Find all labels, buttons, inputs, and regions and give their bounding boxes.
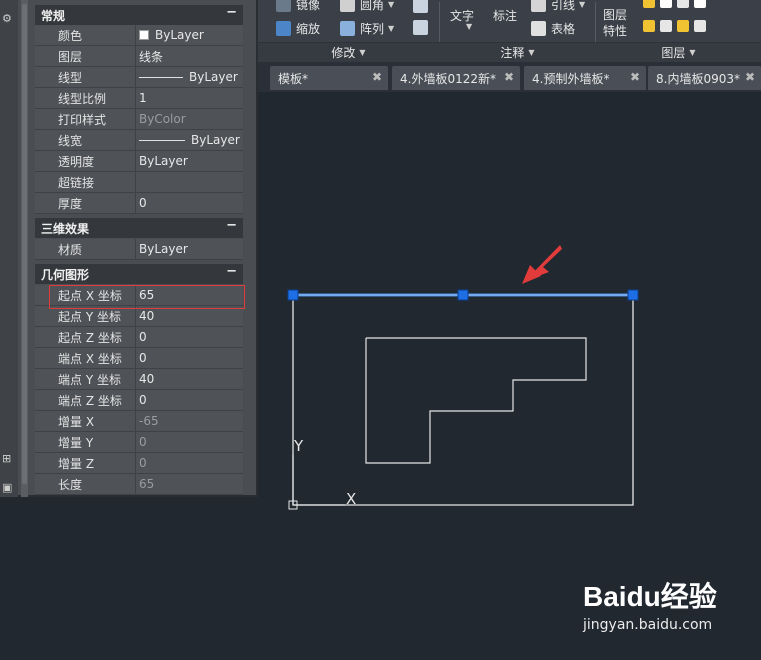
rect-outline[interactable] <box>292 295 634 506</box>
chevron-down-icon: ▼ <box>689 47 696 57</box>
collapse-icon[interactable]: − <box>226 218 237 233</box>
stepped-shape[interactable] <box>365 337 587 464</box>
fillet-icon <box>340 0 355 12</box>
prop-row-length[interactable]: 长度 65 <box>35 474 243 495</box>
modify-extra-tool-2[interactable] <box>413 20 433 35</box>
prop-row-delta-z[interactable]: 增量 Z 0 <box>35 453 243 474</box>
close-icon[interactable]: ✖ <box>745 70 755 84</box>
prop-row-linetype[interactable]: 线型 ByLayer <box>35 67 243 88</box>
text-dropdown[interactable]: ▼ <box>462 22 472 31</box>
leader-tool[interactable]: 引线 ▼ <box>531 0 585 13</box>
prop-row-delta-y[interactable]: 增量 Y 0 <box>35 432 243 453</box>
chevron-down-icon[interactable]: ▼ <box>388 0 394 9</box>
fillet-tool[interactable]: 圆角 ▼ <box>340 0 394 13</box>
table-icon <box>531 21 546 36</box>
ucs-x-label: X <box>346 490 356 508</box>
section-geometry[interactable]: 几何图形 − <box>35 264 243 284</box>
chevron-down-icon[interactable]: ▼ <box>466 22 472 31</box>
close-icon[interactable]: ✖ <box>372 70 382 84</box>
collapse-icon[interactable]: − <box>226 5 237 20</box>
group-label-layers[interactable]: 图层 ▼ <box>596 43 761 61</box>
ucs-y-label: Y <box>293 437 304 455</box>
prop-row-color[interactable]: 颜色 ByLayer <box>35 25 243 46</box>
collapse-icon[interactable]: − <box>226 264 237 279</box>
prop-row-lineweight[interactable]: 线宽 ByLayer <box>35 130 243 151</box>
tab-interior-wall[interactable]: 8.内墙板0903* ✖ <box>648 66 761 90</box>
mirror-icon <box>276 0 291 12</box>
scale-icon <box>276 21 291 36</box>
autocad-window: Y X 镜像 圆角 ▼ 缩放 阵列 ▼ 文字 ▼ 标注 引线 ▼ 表格 图层 特… <box>0 0 761 660</box>
layer-lock-icon <box>694 0 706 8</box>
lineweight-sample-icon <box>139 139 185 141</box>
palette-menu-icon[interactable]: ▣ <box>2 481 12 494</box>
watermark-brand: Baidu经验 <box>583 581 717 612</box>
prop-row-material[interactable]: 材质 ByLayer <box>35 239 243 260</box>
group-label-modify[interactable]: 修改 ▼ <box>258 43 439 61</box>
layer-unlock-icon <box>694 20 706 32</box>
stretch-icon <box>413 20 428 35</box>
layer-unisolate-icon <box>677 20 689 32</box>
prop-row-linetype-scale[interactable]: 线型比例 1 <box>35 88 243 109</box>
dimension-tool[interactable]: 标注 <box>493 7 517 24</box>
section-3d-effects[interactable]: 三维效果 − <box>35 218 243 238</box>
properties-icon[interactable]: ⊞ <box>2 452 11 465</box>
grip-mid[interactable] <box>457 289 469 301</box>
layer-tools-grid[interactable] <box>643 0 711 8</box>
scrollbar-thumb[interactable] <box>22 4 27 484</box>
grip-start[interactable] <box>287 289 299 301</box>
layer-match-icon <box>643 20 655 32</box>
prop-row-end-z[interactable]: 端点 Z 坐标 0 <box>35 390 243 411</box>
prop-row-delta-x[interactable]: 增量 X -65 <box>35 411 243 432</box>
grip-end[interactable] <box>627 289 639 301</box>
settings-icon[interactable]: ⚙ <box>2 12 12 25</box>
prop-row-thickness[interactable]: 厚度 0 <box>35 193 243 214</box>
tab-exterior-wall-new[interactable]: 4.外墙板0122新* ✖ <box>392 66 520 90</box>
section-general[interactable]: 常规 − <box>35 5 243 25</box>
palette-title-strip[interactable]: ⚙ ⊞ ▣ <box>0 0 18 497</box>
table-tool[interactable]: 表格 <box>531 20 575 37</box>
chevron-down-icon: ▼ <box>528 47 535 57</box>
scale-tool[interactable]: 缩放 <box>276 20 320 37</box>
group-label-annotation[interactable]: 注释 ▼ <box>440 43 595 61</box>
file-tabs: 模板* ✖ 4.外墙板0122新* ✖ 4.预制外墙板* ✖ 8.内墙板0903… <box>258 62 761 92</box>
prop-row-layer[interactable]: 图层 线条 <box>35 46 243 67</box>
color-swatch-icon <box>139 30 149 40</box>
prop-row-end-y[interactable]: 端点 Y 坐标 40 <box>35 369 243 390</box>
linetype-sample-icon <box>139 76 183 78</box>
prop-row-transparency[interactable]: 透明度 ByLayer <box>35 151 243 172</box>
layer-off-icon <box>660 0 672 8</box>
tab-precast-exterior-wall[interactable]: 4.预制外墙板* ✖ <box>524 66 646 90</box>
watermark-url: jingyan.baidu.com <box>583 617 713 633</box>
layer-freeze-icon <box>677 0 689 8</box>
prop-row-plot-style[interactable]: 打印样式 ByColor <box>35 109 243 130</box>
mirror-tool[interactable]: 镜像 <box>276 0 320 13</box>
close-icon[interactable]: ✖ <box>504 70 514 84</box>
tab-template[interactable]: 模板* ✖ <box>270 66 388 90</box>
chevron-down-icon[interactable]: ▼ <box>579 0 585 9</box>
layer-properties-tool[interactable]: 图层 特性 <box>603 7 627 39</box>
layer-change-icon <box>660 20 672 32</box>
array-tool[interactable]: 阵列 ▼ <box>340 20 394 37</box>
leader-icon <box>531 0 546 12</box>
prop-row-hyperlink[interactable]: 超链接 <box>35 172 243 193</box>
prop-row-start-y[interactable]: 起点 Y 坐标 40 <box>35 306 243 327</box>
layer-tools-grid-2[interactable] <box>643 20 711 32</box>
ribbon: 镜像 圆角 ▼ 缩放 阵列 ▼ 文字 ▼ 标注 引线 ▼ 表格 图层 特性 修改… <box>258 0 761 62</box>
modify-extra-tool[interactable] <box>413 0 433 13</box>
palette-scrollbar[interactable] <box>21 0 28 497</box>
layer-isolate-icon <box>643 0 655 8</box>
close-icon[interactable]: ✖ <box>630 70 640 84</box>
erase-icon <box>413 0 428 13</box>
chevron-down-icon: ▼ <box>359 47 366 57</box>
properties-palette: ⚙ ⊞ ▣ 常规 − 颜色 ByLayer 图层 线条 线型 ByLayer 线… <box>0 0 258 497</box>
chevron-down-icon[interactable]: ▼ <box>388 24 394 33</box>
array-icon <box>340 21 355 36</box>
start-x-highlight-box <box>49 285 245 309</box>
prop-row-end-x[interactable]: 端点 X 坐标 0 <box>35 348 243 369</box>
prop-row-start-z[interactable]: 起点 Z 坐标 0 <box>35 327 243 348</box>
watermark: Baidu经验 jingyan.baidu.com <box>583 575 717 633</box>
